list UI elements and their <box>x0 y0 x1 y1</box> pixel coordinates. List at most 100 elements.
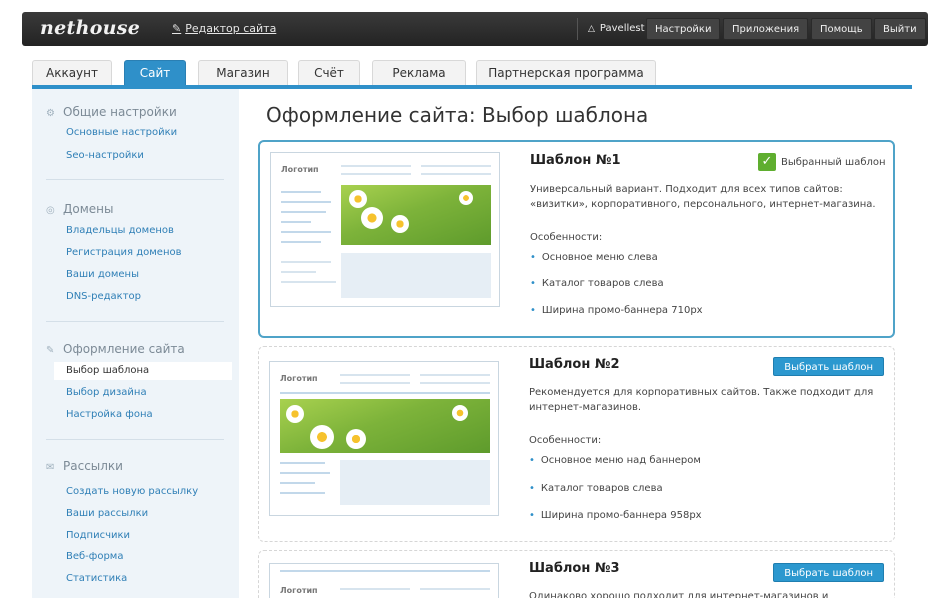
preview-line <box>341 165 411 167</box>
user-account-button[interactable]: △ Pavellest <box>577 18 655 40</box>
tab-site[interactable]: Сайт <box>124 60 186 86</box>
preview-logo-label: Логотип <box>280 374 318 383</box>
preview-line <box>421 165 491 167</box>
sidebar-item-dns-editor[interactable]: DNS-редактор <box>66 291 141 302</box>
sidebar-item-new-mailing[interactable]: Создать новую рассылку <box>66 486 198 497</box>
preview-line <box>420 382 490 384</box>
preview-content-box <box>341 253 491 298</box>
bullet-icon: • <box>529 455 535 466</box>
nav-logout-button[interactable]: Выйти <box>874 18 926 40</box>
sidebar-heading-label: Оформление сайта <box>63 342 185 356</box>
preview-line <box>281 271 316 273</box>
sidebar-item-your-domains[interactable]: Ваши домены <box>66 269 139 280</box>
template-name: Шаблон №2 <box>529 357 620 372</box>
bullet-icon: • <box>529 483 535 494</box>
feature-text: Основное меню над баннером <box>540 455 701 466</box>
sidebar-heading-domains: ◎ Домены <box>46 202 113 216</box>
tab-advertising[interactable]: Реклама <box>372 60 466 86</box>
sidebar-item-choose-design[interactable]: Выбор дизайна <box>66 387 147 398</box>
daisy-flower <box>310 425 334 449</box>
feature-item: • Основное меню над баннером <box>529 455 701 466</box>
tab-billing[interactable]: Счёт <box>298 60 360 86</box>
sidebar-item-domain-owners[interactable]: Владельцы доменов <box>66 225 174 236</box>
preview-banner-image <box>280 399 490 453</box>
nav-help-button[interactable]: Помощь <box>811 18 872 40</box>
preview-line <box>420 374 490 376</box>
nav-settings-button[interactable]: Настройки <box>646 18 721 40</box>
daisy-flower <box>361 207 383 229</box>
sidebar-item-seo-settings[interactable]: Seo-настройки <box>66 150 144 161</box>
template-name: Шаблон №3 <box>529 561 620 576</box>
sidebar-item-background-settings[interactable]: Настройка фона <box>66 409 153 420</box>
daisy-flower <box>391 215 409 233</box>
tab-account[interactable]: Аккаунт <box>32 60 112 86</box>
template-card-3[interactable]: Логотип Шаблон №3 Выбрать шаблон Одинако… <box>258 550 895 598</box>
feature-item: • Каталог товаров слева <box>529 483 663 494</box>
sidebar-heading-site-design: ✎ Оформление сайта <box>46 342 185 356</box>
template-name: Шаблон №1 <box>530 153 621 168</box>
username-label: Pavellest <box>599 23 645 34</box>
bullet-icon: • <box>530 278 536 289</box>
feature-text: Каталог товаров слева <box>540 483 663 494</box>
preview-banner-image <box>341 185 491 245</box>
selected-template-label: Выбранный шаблон <box>781 157 886 168</box>
mail-icon: ✉ <box>46 462 55 473</box>
sidebar-heading-label: Домены <box>63 202 114 216</box>
bullet-icon: • <box>530 305 536 316</box>
bullet-icon: • <box>530 252 536 263</box>
template-preview-3: Логотип <box>269 563 499 598</box>
preview-menu-line <box>280 482 315 484</box>
site-editor-label: Редактор сайта <box>185 22 277 35</box>
template-card-1[interactable]: Логотип Шаблон №1 ✓ Выбранный шаблон Унив… <box>258 140 895 338</box>
sidebar-item-your-mailings[interactable]: Ваши рассылки <box>66 508 148 519</box>
checkmark-icon: ✓ <box>758 153 776 171</box>
template-card-2[interactable]: Логотип Шаблон №2 Выбрать шаблон Рекомен… <box>258 346 895 542</box>
sidebar-heading-general: ⚙ Общие настройки <box>46 105 177 119</box>
preview-menu-line <box>281 241 321 243</box>
features-heading: Особенности: <box>530 232 603 243</box>
preview-line <box>281 281 336 283</box>
preview-line <box>340 588 410 590</box>
daisy-flower <box>349 190 367 208</box>
globe-icon: ◎ <box>46 205 55 216</box>
daisy-flower <box>286 405 304 423</box>
sidebar-item-main-settings[interactable]: Основные настройки <box>66 127 177 138</box>
gear-icon: ⚙ <box>46 108 55 119</box>
sidebar-divider <box>46 439 224 440</box>
daisy-flower <box>459 191 473 205</box>
tab-partner-program[interactable]: Партнерская программа <box>476 60 656 86</box>
sidebar-item-web-form[interactable]: Веб-форма <box>66 551 123 562</box>
choose-template-button[interactable]: Выбрать шаблон <box>773 563 884 582</box>
bullet-icon: • <box>529 510 535 521</box>
sidebar-divider <box>46 321 224 322</box>
daisy-flower <box>452 405 468 421</box>
feature-item: • Основное меню слева <box>530 252 658 263</box>
top-navigation-bar: nethouse ✎ Редактор сайта △ Pavellest Наст… <box>22 12 928 46</box>
preview-menu-line <box>281 191 321 193</box>
choose-template-button[interactable]: Выбрать шаблон <box>773 357 884 376</box>
sidebar-item-subscribers[interactable]: Подписчики <box>66 530 130 541</box>
preview-menu-line <box>280 570 490 572</box>
template-description: Рекомендуется для корпоративных сайтов. … <box>529 387 874 413</box>
sidebar-heading-label: Общие настройки <box>63 105 177 119</box>
preview-menu-line <box>281 211 326 213</box>
preview-content-box <box>340 460 490 505</box>
preview-logo-label: Логотип <box>281 165 319 174</box>
nav-apps-button[interactable]: Приложения <box>723 18 809 40</box>
tab-shop[interactable]: Магазин <box>198 60 288 86</box>
preview-menu-line <box>280 492 325 494</box>
template-preview-2: Логотип <box>269 361 499 516</box>
preview-line <box>340 374 410 376</box>
template-preview-1: Логотип <box>270 152 500 307</box>
preview-line <box>341 173 411 175</box>
sidebar-item-choose-template[interactable]: Выбор шаблона <box>54 362 232 380</box>
feature-text: Ширина промо-баннера 710px <box>541 305 703 316</box>
sidebar-item-statistics[interactable]: Статистика <box>66 573 127 584</box>
preview-line <box>420 588 490 590</box>
nethouse-logo[interactable]: nethouse <box>40 17 140 39</box>
feature-item: • Ширина промо-баннера 710px <box>530 305 703 316</box>
sidebar-item-domain-registration[interactable]: Регистрация доменов <box>66 247 182 258</box>
preview-line <box>421 173 491 175</box>
site-editor-link[interactable]: ✎ Редактор сайта <box>172 22 276 35</box>
selected-template-badge: ✓ Выбранный шаблон <box>758 153 886 171</box>
